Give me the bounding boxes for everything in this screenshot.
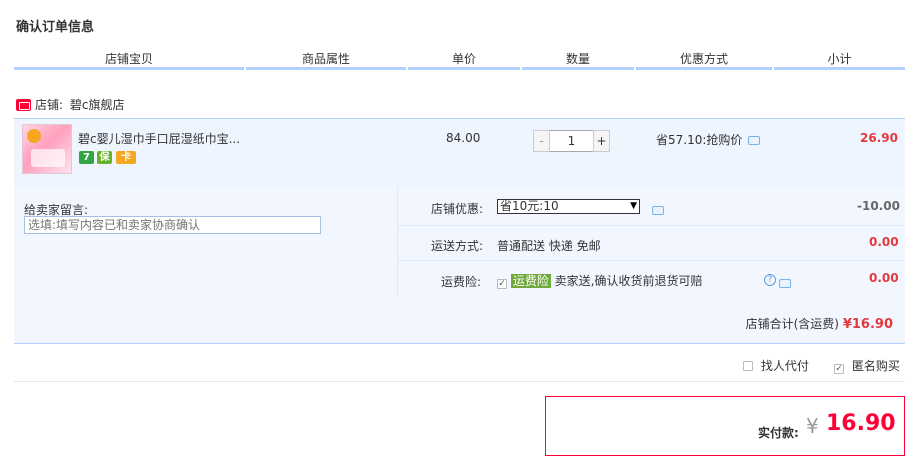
dropdown-arrow-icon: ▼	[630, 201, 637, 211]
insurance-checkbox[interactable]: ✓	[497, 279, 507, 289]
anonymous-checkbox[interactable]: ✓	[834, 364, 844, 374]
anonymous-option: ✓ 匿名购买	[834, 357, 900, 374]
shop-name-link[interactable]: 碧c旗舰店	[70, 98, 125, 112]
seven-day-return-icon[interactable]: 7	[79, 151, 94, 164]
header-discount: 优惠方式	[636, 48, 772, 70]
currency-symbol: ¥	[806, 414, 819, 438]
seller-note-input[interactable]	[24, 216, 321, 234]
message-icon[interactable]	[748, 136, 761, 145]
shipping-method: 普通配送 快递 免邮	[497, 239, 601, 253]
shop-discount-label: 店铺优惠:	[431, 202, 484, 216]
shop-total: 店铺合计(含运费) ¥16.90	[746, 315, 893, 332]
quantity-input[interactable]: 1	[550, 130, 593, 152]
shop-line: 店铺: 碧c旗舰店	[16, 96, 124, 114]
promotion-info: 省57.10:抢购价	[656, 131, 761, 148]
insurance-message-icon[interactable]	[778, 279, 791, 288]
shop-discount-amount: -10.00	[857, 199, 900, 213]
find-payer-option: 找人代付	[743, 357, 809, 374]
tmall-shop-icon	[16, 99, 31, 111]
shipping-label: 运送方式:	[431, 239, 484, 253]
insurance-tag: 运费险	[510, 274, 551, 288]
shop-discount-selected: 省10元:10	[500, 199, 559, 213]
promotion-text: 省57.10:抢购价	[656, 133, 743, 147]
discount-message-icon[interactable]	[652, 206, 664, 215]
find-payer-label: 找人代付	[760, 359, 809, 373]
header-quantity: 数量	[522, 48, 634, 70]
header-unit-price: 单价	[408, 48, 520, 70]
quantity-stepper: - 1 +	[533, 130, 610, 152]
page-title: 确认订单信息	[16, 20, 95, 35]
insurance-option: ✓ 运费险 卖家送,确认收货前退货可赔	[497, 272, 703, 289]
help-question-icon[interactable]: ?	[764, 274, 776, 286]
quantity-increase-button[interactable]: +	[593, 130, 610, 152]
product-thumbnail[interactable]	[22, 124, 72, 174]
item-subtotal: 26.90	[860, 131, 898, 145]
divider	[398, 260, 905, 261]
header-shop-item: 店铺宝贝	[14, 48, 244, 70]
guarantee-icon[interactable]: 保	[97, 151, 112, 164]
shop-label: 店铺:	[35, 98, 64, 112]
divider	[398, 225, 905, 226]
header-attributes: 商品属性	[246, 48, 406, 70]
anonymous-label: 匿名购买	[851, 359, 900, 373]
insurance-text: 卖家送,确认收货前退货可赔	[554, 274, 703, 288]
shipping-amount: 0.00	[869, 235, 899, 249]
shop-discount-select[interactable]: 省10元:10 ▼	[497, 199, 640, 214]
quantity-decrease-button[interactable]: -	[533, 130, 550, 152]
product-name-link[interactable]: 碧c婴儿湿巾手口屁湿纸巾宝...	[78, 130, 240, 147]
order-item-row	[14, 118, 905, 188]
unit-price: 84.00	[446, 131, 481, 145]
find-payer-checkbox[interactable]	[743, 361, 753, 371]
shop-total-label: 店铺合计(含运费)	[745, 317, 839, 331]
divider	[14, 381, 905, 382]
insurance-amount: 0.00	[869, 271, 899, 285]
table-header: 店铺宝贝 商品属性 单价 数量 优惠方式 小计	[14, 48, 905, 70]
shop-total-amount: ¥16.90	[842, 317, 893, 332]
card-payment-icon[interactable]: 卡	[116, 151, 136, 164]
insurance-label: 运费险:	[441, 275, 482, 289]
payment-label: 实付款:	[758, 426, 799, 440]
header-subtotal: 小计	[774, 48, 905, 70]
payment-amount: 16.90	[826, 411, 896, 436]
